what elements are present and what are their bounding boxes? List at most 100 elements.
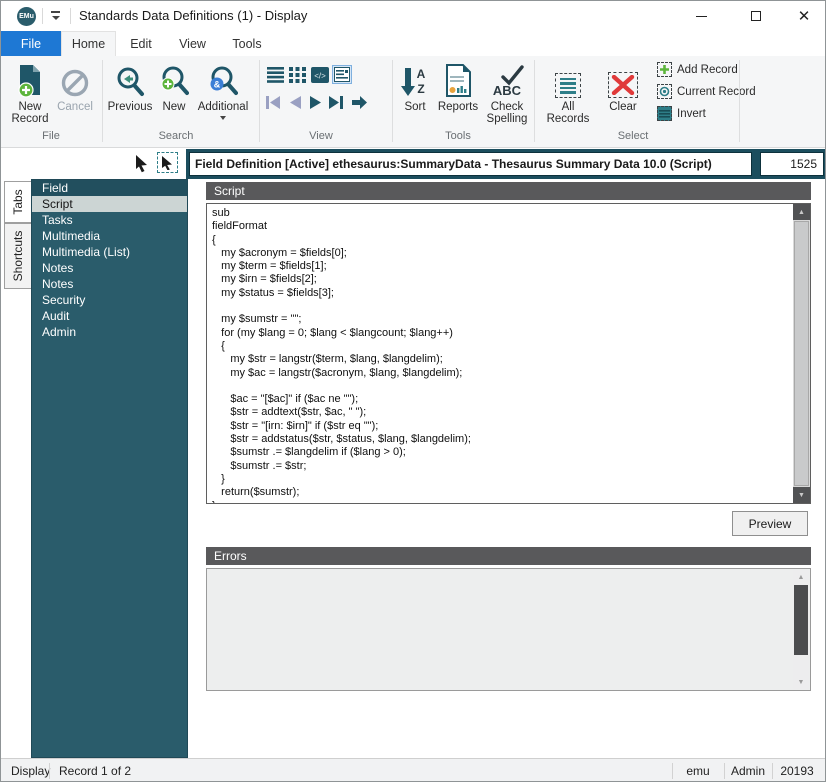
list-view-icon[interactable] xyxy=(267,67,284,83)
app-window: EMu Standards Data Definitions (1) - Dis… xyxy=(0,0,826,782)
additional-search-icon: & xyxy=(208,60,238,98)
svg-text:</>: </> xyxy=(314,72,326,81)
script-scrollbar[interactable]: ▲ ▼ xyxy=(793,204,810,503)
code-view-icon[interactable]: </> xyxy=(311,67,329,83)
divider xyxy=(392,60,393,142)
customize-quick-access-icon[interactable] xyxy=(49,10,63,22)
check-spelling-button[interactable]: ABC Check Spelling xyxy=(481,60,533,125)
tab-list-panel: Field Script Tasks Multimedia Multimedia… xyxy=(31,179,188,758)
invert-selection-icon xyxy=(657,106,672,121)
scrollbar-thumb[interactable] xyxy=(794,585,808,655)
invert-selection-button[interactable]: Invert xyxy=(657,106,706,121)
previous-search-icon xyxy=(115,60,145,98)
maximize-button[interactable] xyxy=(739,5,773,27)
cancel-button: Cancel xyxy=(53,60,97,113)
divider xyxy=(534,60,535,142)
last-record-icon[interactable] xyxy=(328,95,345,111)
new-search-icon xyxy=(159,60,189,98)
next-record-icon[interactable] xyxy=(309,95,326,111)
new-record-button[interactable]: New Record xyxy=(7,60,53,125)
divider xyxy=(42,8,43,24)
minimize-button[interactable] xyxy=(684,5,718,27)
sidebar-item-notes-2[interactable]: Notes xyxy=(32,276,187,292)
app-logo-icon: EMu xyxy=(17,7,36,26)
new-search-button[interactable]: New xyxy=(154,60,194,113)
divider xyxy=(70,8,71,24)
errors-scrollbar[interactable]: ▲ ▼ xyxy=(793,570,809,689)
tab-home[interactable]: Home xyxy=(61,31,116,56)
pointer-icon[interactable] xyxy=(134,155,150,173)
script-code[interactable]: sub fieldFormat { my $acronym = $fields[… xyxy=(207,204,793,503)
cancel-icon xyxy=(60,60,90,98)
status-bar: Display Record 1 of 2 emu Admin 20193 xyxy=(1,758,825,782)
sort-letter-a: A xyxy=(417,67,426,81)
status-group: Admin xyxy=(724,759,772,782)
previous-record-icon xyxy=(289,95,306,111)
title-bar: EMu Standards Data Definitions (1) - Dis… xyxy=(1,1,825,31)
grid-view-icon[interactable] xyxy=(289,67,306,83)
all-records-button[interactable]: All Records xyxy=(541,60,595,125)
current-record-button[interactable]: Current Record xyxy=(657,84,756,99)
current-record-icon xyxy=(657,84,672,99)
sidebar-item-tasks[interactable]: Tasks xyxy=(32,212,187,228)
sidebar-item-security[interactable]: Security xyxy=(32,292,187,308)
add-record-button[interactable]: Add Record xyxy=(657,62,738,77)
status-mode: Display xyxy=(11,759,50,782)
scroll-down-icon[interactable]: ▼ xyxy=(793,675,809,689)
first-record-icon xyxy=(265,95,282,111)
scroll-down-icon[interactable]: ▼ xyxy=(793,487,810,503)
tab-file[interactable]: File xyxy=(1,31,61,56)
sidebar-item-admin[interactable]: Admin xyxy=(32,324,187,340)
abc-text: ABC xyxy=(493,83,522,98)
script-panel-header: Script xyxy=(206,182,811,200)
scroll-up-icon[interactable]: ▲ xyxy=(793,204,810,220)
close-button[interactable]: ✕ xyxy=(787,5,821,27)
divider xyxy=(102,60,103,142)
group-label-file: File xyxy=(0,130,111,142)
sidebar-item-notes[interactable]: Notes xyxy=(32,260,187,276)
window-title: Standards Data Definitions (1) - Display xyxy=(79,8,307,23)
record-title: Field Definition [Active] ethesaurus:Sum… xyxy=(189,152,752,176)
status-user: emu xyxy=(672,759,724,782)
side-tab-tabs[interactable]: Tabs xyxy=(4,181,31,223)
new-record-icon xyxy=(15,60,45,98)
additional-dropdown-icon[interactable] xyxy=(220,116,226,120)
sidebar-item-script[interactable]: Script xyxy=(32,196,187,212)
clear-selection-button[interactable]: Clear xyxy=(599,60,647,113)
script-editor[interactable]: sub fieldFormat { my $acronym = $fields[… xyxy=(206,203,811,504)
status-port: 20193 xyxy=(772,759,822,782)
clear-selection-icon xyxy=(608,60,638,98)
group-label-select: Select xyxy=(573,130,693,142)
check-spelling-icon: ABC xyxy=(489,60,525,98)
sidebar-item-audit[interactable]: Audit xyxy=(32,308,187,324)
tab-edit[interactable]: Edit xyxy=(116,31,166,56)
divider xyxy=(739,60,740,142)
tab-content: Script sub fieldFormat { my $acronym = $… xyxy=(194,179,826,758)
additional-search-button[interactable]: & Additional xyxy=(194,60,252,120)
all-records-icon xyxy=(555,60,581,98)
group-label-view: View xyxy=(261,130,381,142)
sidebar-item-multimedia[interactable]: Multimedia xyxy=(32,228,187,244)
sort-letter-z: Z xyxy=(417,82,424,96)
add-record-icon xyxy=(657,62,672,77)
tab-tools[interactable]: Tools xyxy=(219,31,275,56)
select-record-icon[interactable] xyxy=(157,152,178,173)
sort-button[interactable]: A Z Sort xyxy=(396,60,434,113)
scroll-up-icon[interactable]: ▲ xyxy=(793,570,809,584)
side-tab-shortcuts[interactable]: Shortcuts xyxy=(4,223,31,289)
details-view-icon[interactable] xyxy=(332,65,352,84)
scrollbar-thumb[interactable] xyxy=(794,221,809,486)
svg-text:&: & xyxy=(214,80,221,90)
reports-button[interactable]: Reports xyxy=(435,60,481,113)
record-irn: 1525 xyxy=(760,152,824,176)
tab-view[interactable]: View xyxy=(166,31,219,56)
errors-panel-header: Errors xyxy=(206,547,811,565)
sort-icon: A Z xyxy=(401,60,429,98)
preview-button[interactable]: Preview xyxy=(732,511,808,536)
sidebar-item-multimedia-list[interactable]: Multimedia (List) xyxy=(32,244,187,260)
previous-search-button[interactable]: Previous xyxy=(106,60,154,113)
errors-field: ▲ ▼ xyxy=(206,568,811,691)
sidebar-item-field[interactable]: Field xyxy=(32,180,187,196)
divider xyxy=(49,763,50,779)
goto-record-icon[interactable] xyxy=(351,95,368,111)
